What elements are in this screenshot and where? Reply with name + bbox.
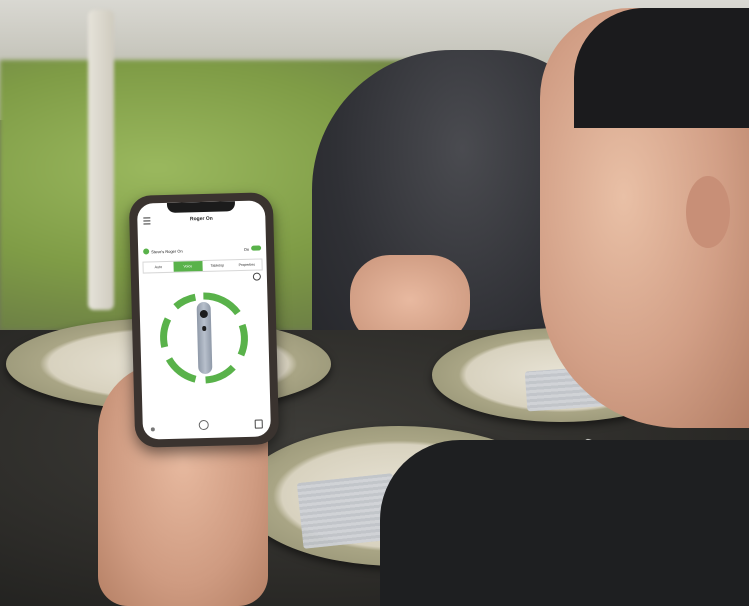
save-icon[interactable] xyxy=(254,419,263,429)
app-screen: Roger On Steve's Roger On On Auto Voice … xyxy=(136,200,272,440)
device-name: Steve's Roger On xyxy=(151,248,183,255)
tent-pole xyxy=(88,10,114,310)
tab-tabletop[interactable]: Tabletop xyxy=(202,260,232,271)
info-icon[interactable] xyxy=(252,272,261,281)
home-icon[interactable] xyxy=(198,419,209,431)
person-foreground-shirt xyxy=(380,440,749,606)
ear xyxy=(686,176,730,248)
device-row: Steve's Roger On On xyxy=(143,244,262,257)
cap xyxy=(574,8,749,128)
device-status-icon xyxy=(143,248,150,255)
ring-segment-top-left[interactable] xyxy=(173,293,197,310)
tab-voice[interactable]: Voice xyxy=(172,261,203,272)
photo-scene: Roger On Steve's Roger On On Auto Voice … xyxy=(0,0,749,606)
ring-segment-bottom-left[interactable] xyxy=(165,357,197,383)
phone-notch xyxy=(166,201,236,213)
power-toggle[interactable] xyxy=(251,245,262,251)
tab-auto[interactable]: Auto xyxy=(143,262,173,273)
ring-segment-left[interactable] xyxy=(160,317,172,348)
microphone-second-dot xyxy=(202,325,207,332)
nav-left-icon[interactable] xyxy=(150,427,155,432)
power-toggle-label: On xyxy=(243,246,250,252)
mode-tabs: Auto Voice Tabletop Properties xyxy=(142,258,263,274)
smartphone: Roger On Steve's Roger On On Auto Voice … xyxy=(128,192,280,448)
app-title: Roger On xyxy=(189,215,213,223)
tab-properties[interactable]: Properties xyxy=(232,259,262,270)
ring-segment-right[interactable] xyxy=(237,323,248,357)
